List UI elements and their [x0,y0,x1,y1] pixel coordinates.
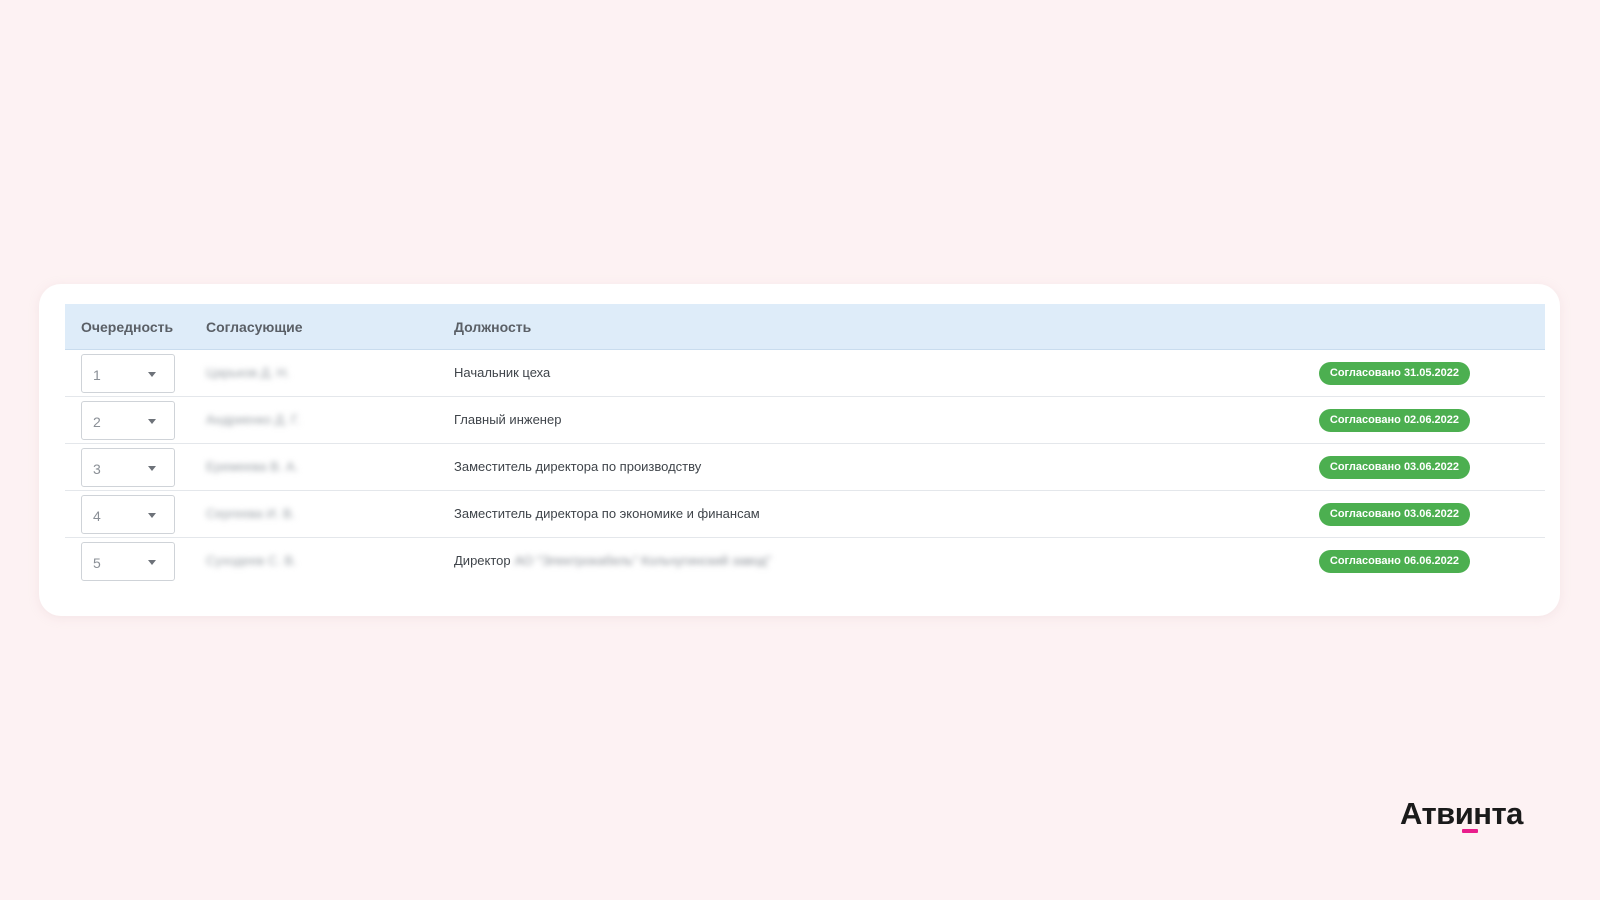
table-header: Очередность Согласующие Должность [65,304,1545,350]
table-row: 4 Сергеева И. В. Заместитель директора п… [65,491,1545,538]
approver-name: Еремеева В. А. [206,459,299,474]
order-value: 1 [93,367,101,383]
chevron-down-icon [148,466,156,471]
table-row: 1 Царьков Д. Н. Начальник цеха Согласова… [65,350,1545,397]
position-title: Заместитель директора по экономике и фин… [454,506,760,521]
approver-name: Суходеев С. В. [206,553,297,568]
order-value: 4 [93,508,101,524]
table-row: 2 Андриенко Д. Г. Главный инженер Соглас… [65,397,1545,444]
chevron-down-icon [148,372,156,377]
position-cell: Директор АО "Электрокабель" Кольчугинский… [454,553,771,568]
order-value: 2 [93,414,101,430]
header-position: Должность [454,319,532,335]
approver-name: Андриенко Д. Г. [206,412,301,427]
position-title: Начальник цеха [454,365,551,380]
approvers-table: Очередность Согласующие Должность 1 Царь… [65,304,1545,585]
table-row: 5 Суходеев С. В. Директор АО "Электрокабе… [65,538,1545,585]
approver-name: Царьков Д. Н. [206,365,290,380]
position-cell: Заместитель директора по экономике и фин… [454,506,764,521]
header-order: Очередность [81,319,174,335]
order-select[interactable]: 3 [81,448,175,487]
order-select[interactable]: 1 [81,354,175,393]
status-badge: Согласовано 02.06.2022 [1318,409,1470,432]
chevron-down-icon [148,419,156,424]
position-cell: Начальник цеха [454,365,554,380]
order-select[interactable]: 5 [81,542,175,581]
position-org: АО "Электрокабель" Кольчугинский завод" [514,553,772,568]
order-select[interactable]: 4 [81,495,175,534]
order-value: 3 [93,461,101,477]
order-value: 5 [93,555,101,571]
status-badge: Согласовано 31.05.2022 [1318,362,1470,385]
position-title: Заместитель директора по производству [454,459,702,474]
position-title: Директор [454,553,511,568]
brand-logo: Атвинта [1400,796,1523,831]
header-approver: Согласующие [206,319,303,335]
status-badge: Согласовано 06.06.2022 [1318,550,1470,573]
position-cell: Заместитель директора по производству [454,459,705,474]
status-badge: Согласовано 03.06.2022 [1318,503,1470,526]
approver-name: Сергеева И. В. [206,506,296,521]
position-cell: Главный инженер [454,412,565,427]
chevron-down-icon [148,513,156,518]
status-badge: Согласовано 03.06.2022 [1318,456,1470,479]
approval-card: Очередность Согласующие Должность 1 Царь… [39,284,1560,616]
chevron-down-icon [148,560,156,565]
order-select[interactable]: 2 [81,401,175,440]
table-row: 3 Еремеева В. А. Заместитель директора п… [65,444,1545,491]
position-title: Главный инженер [454,412,562,427]
logo-accent-underline [1462,829,1478,833]
